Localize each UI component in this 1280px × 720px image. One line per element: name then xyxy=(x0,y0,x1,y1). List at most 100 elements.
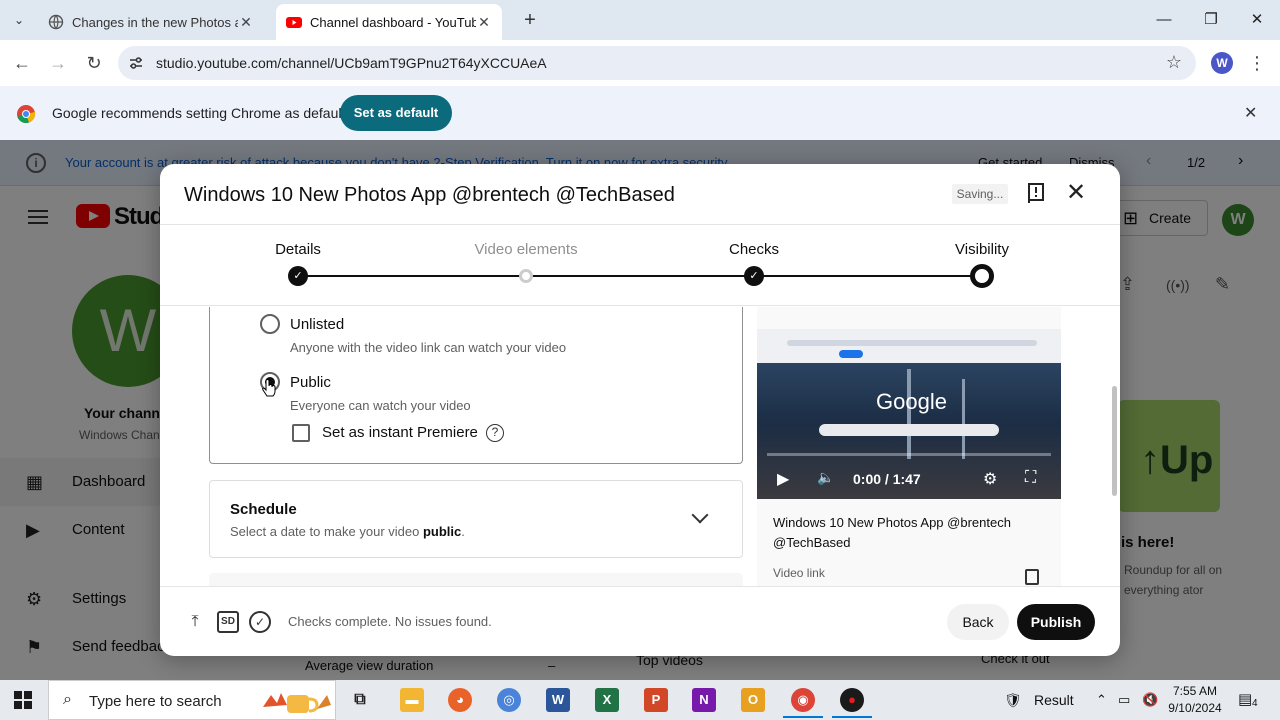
dialog-scrollbar[interactable] xyxy=(1112,386,1117,496)
clock-date: 9/10/2024 xyxy=(1168,701,1222,715)
checkmark-icon[interactable]: ✓ xyxy=(288,266,308,286)
volume-mute-icon[interactable]: 🔇 xyxy=(1142,692,1158,708)
video-link-label: Video link xyxy=(773,566,825,580)
schedule-description-suffix: . xyxy=(461,524,465,539)
back-button[interactable]: Back xyxy=(947,604,1009,640)
upload-dialog: Windows 10 New Photos App @brentech @Tec… xyxy=(160,164,1120,656)
address-bar[interactable]: studio.youtube.com/channel/UCb9amT9GPnu2… xyxy=(118,46,1196,80)
restore-button[interactable]: ❐ xyxy=(1199,8,1223,32)
schedule-section[interactable]: Schedule Select a date to make your vide… xyxy=(209,480,743,558)
taskbar-search-placeholder: Type here to search xyxy=(89,693,222,710)
windows-start-icon[interactable] xyxy=(14,691,32,709)
close-dialog-icon[interactable]: ✕ xyxy=(1064,181,1088,206)
recorder-icon[interactable]: ● xyxy=(832,688,872,718)
fullscreen-icon[interactable]: ⛶ xyxy=(1025,469,1036,487)
notification-count: 4 xyxy=(1252,698,1258,709)
word-icon[interactable]: W xyxy=(546,688,570,712)
close-window-button[interactable]: ✕ xyxy=(1245,8,1269,32)
tab-photos-article[interactable]: Changes in the new Photos app ✕ xyxy=(38,4,264,40)
hand-cursor-icon xyxy=(262,379,276,397)
step-current-icon[interactable] xyxy=(970,264,994,288)
site-settings-icon[interactable] xyxy=(128,55,144,71)
video-time: 0:00 / 1:47 xyxy=(853,471,921,487)
upload-stepper: Details Video elements Checks Visibility… xyxy=(160,224,1120,306)
step-video-elements-label[interactable]: Video elements xyxy=(474,241,577,258)
reload-icon[interactable]: ↻ xyxy=(81,50,107,76)
powerpoint-icon[interactable]: P xyxy=(644,688,668,712)
url-text: studio.youtube.com/channel/UCb9amT9GPnu2… xyxy=(156,55,547,71)
gear-icon[interactable]: ⚙ xyxy=(983,469,997,489)
step-connector xyxy=(526,275,754,277)
file-explorer-icon[interactable]: ▬ xyxy=(400,688,424,712)
chrome-icon[interactable]: ◉ xyxy=(783,688,823,718)
tab-channel-dashboard[interactable]: Channel dashboard - YouTube Studio ✕ xyxy=(276,4,502,40)
instant-premiere-label: Set as instant Premiere xyxy=(322,424,478,441)
browser-toolbar: ← → ↻ studio.youtube.com/channel/UCb9amT… xyxy=(0,40,1280,86)
step-checks-label[interactable]: Checks xyxy=(729,241,779,258)
youtube-icon xyxy=(286,17,302,28)
unlisted-title: Unlisted xyxy=(290,316,345,333)
unlisted-radio[interactable] xyxy=(260,314,280,334)
step-connector xyxy=(754,275,982,277)
sd-quality-icon[interactable]: SD xyxy=(217,611,239,633)
tab-search-icon[interactable]: ⌄ xyxy=(6,8,32,32)
notifications-icon[interactable]: ▤ xyxy=(1238,690,1252,708)
tab-strip: ⌄ Changes in the new Photos app ✕ Channe… xyxy=(0,0,1280,40)
publish-button[interactable]: Publish xyxy=(1017,604,1095,640)
video-frame-bridge xyxy=(962,379,965,459)
taskbar-search-box[interactable]: ⌕ Type here to search xyxy=(48,680,336,720)
step-pending-icon[interactable] xyxy=(519,269,533,283)
network-icon[interactable]: ▭ xyxy=(1118,692,1130,708)
outlook-icon[interactable]: O xyxy=(741,688,765,712)
excel-icon[interactable]: X xyxy=(595,688,619,712)
checks-complete-icon[interactable]: ✓ xyxy=(249,611,271,633)
minimize-button[interactable]: — xyxy=(1152,8,1176,32)
step-details-label[interactable]: Details xyxy=(275,241,321,258)
onenote-icon[interactable]: N xyxy=(692,688,716,712)
close-tab-icon[interactable]: ✕ xyxy=(476,14,492,31)
preview-video-title: Windows 10 New Photos App @brentech @Tec… xyxy=(773,515,1011,550)
firefox-icon[interactable]: ◕ xyxy=(448,688,472,712)
chrome-alt-icon[interactable]: ◎ xyxy=(497,688,521,712)
video-frame-searchbox xyxy=(819,424,999,436)
video-player[interactable]: Google ▶ 🔈 0:00 / 1:47 ⚙ ⛶ xyxy=(757,329,1061,499)
copy-icon[interactable] xyxy=(1025,569,1039,585)
infobar-message: Google recommends setting Chrome as defa… xyxy=(52,105,346,121)
instant-premiere-checkbox[interactable] xyxy=(292,424,310,442)
nfl-icon[interactable]: 🛡 xyxy=(1004,692,1022,709)
checkmark-icon[interactable]: ✓ xyxy=(744,266,764,286)
play-icon[interactable]: ▶ xyxy=(777,469,789,489)
step-connector xyxy=(298,275,526,277)
chevron-down-icon[interactable] xyxy=(691,506,709,524)
close-infobar-icon[interactable]: ✕ xyxy=(1244,103,1257,123)
step-visibility-label[interactable]: Visibility xyxy=(955,241,1009,258)
task-view-icon[interactable]: ⧉ xyxy=(348,688,372,712)
tab-title: Changes in the new Photos app xyxy=(72,14,238,30)
video-frame-browser xyxy=(757,329,1061,363)
saving-badge: Saving... xyxy=(952,184,1008,204)
bookmark-star-icon[interactable]: ☆ xyxy=(1166,52,1182,73)
help-icon[interactable]: ? xyxy=(486,424,504,442)
unlisted-description: Anyone with the video link can watch you… xyxy=(290,340,567,355)
result-label[interactable]: Result xyxy=(1034,692,1074,708)
default-browser-infobar: Google recommends setting Chrome as defa… xyxy=(0,86,1280,140)
profile-avatar[interactable]: W xyxy=(1211,52,1233,74)
schedule-title: Schedule xyxy=(230,501,297,518)
video-frame-button xyxy=(839,350,863,358)
back-arrow-icon[interactable]: ← xyxy=(9,50,35,76)
set-as-default-button[interactable]: Set as default xyxy=(340,95,452,131)
report-icon[interactable] xyxy=(1026,182,1046,204)
forward-arrow-icon[interactable]: → xyxy=(45,50,71,76)
globe-icon xyxy=(48,14,64,30)
upload-status-icon[interactable]: ⤒ xyxy=(184,611,206,633)
dialog-footer: ⤒ SD ✓ Checks complete. No issues found.… xyxy=(160,586,1120,656)
chrome-logo-icon xyxy=(17,105,36,124)
taskbar-clock[interactable]: 7:55 AM 9/10/2024 xyxy=(1166,683,1224,717)
search-icon: ⌕ xyxy=(63,691,72,708)
video-progress-bar[interactable] xyxy=(767,453,1051,456)
volume-icon[interactable]: 🔈 xyxy=(817,469,834,486)
chevron-up-icon[interactable]: ⌃ xyxy=(1096,692,1107,708)
close-tab-icon[interactable]: ✕ xyxy=(238,14,254,31)
chrome-menu-icon[interactable]: ⋮ xyxy=(1247,50,1267,76)
new-tab-button[interactable]: + xyxy=(518,8,542,32)
